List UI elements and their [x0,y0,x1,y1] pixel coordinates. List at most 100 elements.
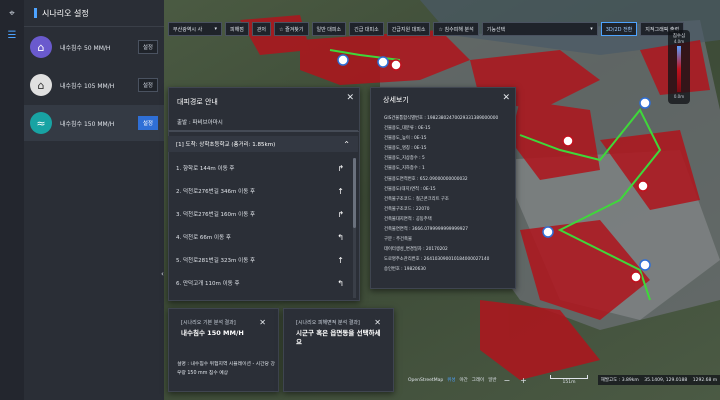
damage-area-result-panel: [시나리오 피해면적 분석 결과] ✕ 시군구 혹은 읍면동을 선택하세요 [283,308,394,392]
map-pin-icon[interactable]: ⌖ [4,6,20,22]
support-shelter-button[interactable]: 긴급지원 대피소 [386,22,431,36]
left-icon-bar: ⌖ ☰ [0,0,24,400]
basemap-night-tab[interactable]: 야간 [459,377,467,383]
scenario-panel-header: 시나리오 설정 [24,0,164,27]
scenario-label: 내수침수 50 MM/H [60,44,111,52]
route-step: 2. 덕천로276번길 346m 이동 후 ↑ [176,183,346,199]
turn-right-icon: ↱ [337,163,344,173]
general-shelter-button[interactable]: 일반 대피소 [311,22,347,36]
basic-analysis-result-panel: [시나리오 기본 분석 결과] ✕ 내수침수 150 MM/H 설명 : 내수침… [168,308,279,392]
coordinate-readout: 해발고도 : 3.89km 35.1409, 129.0188 1292.68 … [598,375,720,385]
scenario-item-105[interactable]: ⌂ 내수침수 105 MM/H 설정 [24,67,164,103]
divider [169,131,359,132]
scenario-label: 내수침수 105 MM/H [60,82,115,90]
close-icon[interactable]: ✕ [374,318,381,327]
attribute-row: 건물용도_명칭 : 0E-15 [384,146,427,152]
turn-left-icon: ↰ [337,232,344,242]
view-toggle-button[interactable]: 3D/2D 전환 [600,22,638,36]
result-description: 설명 : 내수침수 위험지역 시뮬레이션 - 시간당 강우량 150 mm 침수… [177,362,275,376]
attribute-row: 도로명주소관리번호 : 264103090010184000027140 [384,257,490,263]
zoom-out-button[interactable]: − [503,376,510,385]
attribute-row: 구분 : 주건축물 [384,237,412,243]
toolbar-button[interactable]: 피해점 [225,22,249,36]
water-wave-icon: ≈ [30,112,52,134]
title-accent-bar [34,8,37,18]
straight-arrow-icon: ↑ [337,186,344,196]
attribute-row: 건물용도면적번호 : 652.09000000000032 [384,176,468,182]
step-text: 5. 덕천로281번길 323m 이동 후 [176,258,256,264]
flood-analysis-button[interactable]: ☆ 침수피해 분석 [433,22,479,36]
list-icon[interactable]: ☰ [4,28,20,44]
basemap-normal-tab[interactable]: 일반 [488,377,496,383]
scrollbar-track[interactable] [353,158,356,298]
route-step: 6. 만덕고개 110m 이동 후 ↰ [176,275,346,291]
result-value: 시군구 혹은 읍면동을 선택하세요 [296,329,381,346]
route-step: 5. 덕천로281번길 323m 이동 후 ↑ [176,252,346,268]
emergency-shelter-button[interactable]: 긴급 대피소 [349,22,384,36]
basemap-label: OpenStreetMap [408,377,444,383]
chevron-up-icon[interactable]: ⌃ [343,140,350,149]
danger-marker [630,271,642,283]
toolbar-button[interactable]: 관저 [251,22,272,36]
route-destination: [1] 도착: 상학초등학교 (총거리: 1.85km) [176,142,276,148]
turn-right-icon: ↱ [337,209,344,219]
route-step: 3. 덕천로276번길 160m 이동 후 ↱ [176,206,346,222]
detail-panel: 상세보기 ✕ GIS건물통합식별번호 : 1982380247002933138… [370,87,516,289]
district-select[interactable]: 부산광역시 사 ▾ [168,22,222,36]
zoom-in-button[interactable]: + [520,376,527,385]
detail-panel-title: 상세보기 [383,96,409,104]
function-select[interactable]: 기능선택 ▾ [481,22,598,36]
basemap-gray-tab[interactable]: 그레이 [472,377,484,383]
scrollbar-thumb[interactable] [353,158,356,228]
straight-arrow-icon: ↑ [337,255,344,265]
step-text: 2. 덕천로276번길 346m 이동 후 [176,189,256,195]
attribute-row: 데이터생성_변경일자 : 20170202 [384,247,448,253]
basemap-switcher: OpenStreetMap 위성 야간 그레이 일반 − + [408,374,530,386]
altitude-readout: 1292.68 m [692,377,718,383]
step-text: 6. 만덕고개 110m 이동 후 [176,281,240,287]
danger-marker [390,59,402,71]
chevron-down-icon: ▾ [590,26,593,32]
attribute-row: 건축물연면적 : 3666.0799999999999927 [384,227,468,233]
shelter-marker [377,56,389,68]
attribute-row: 건축물대지면적 : 공동주택 [384,216,432,222]
result-value: 내수침수 150 MM/H [181,329,244,337]
route-steps-list: 1. 향학로 144m 이동 후 ↱ 2. 덕천로276번길 346m 이동 후 ↑… [168,155,358,298]
attribute-list: GIS건물통합식별번호 : 19823802470029331389000000… [384,114,498,276]
scenario-panel-title: 시나리오 설정 [42,8,89,18]
map-toolbar: 부산광역시 사 ▾ 피해점 관저 ☆ 즐겨찾기 일반 대피소 긴급 대피소 긴급지… [168,22,685,36]
scenario-item-50[interactable]: ⌂ 내수침수 50 MM/H 설정 [24,29,164,65]
scenario-panel: 시나리오 설정 ⌂ 내수침수 50 MM/H 설정 ⌂ 내수침수 105 MM/… [24,0,164,400]
flood-depth-legend: 침수심 4.0m 0.0m [668,30,690,104]
legend-min: 0.0m [673,94,685,99]
function-select-label: 기능선택 [486,26,506,33]
close-icon[interactable]: ✕ [346,93,354,103]
route-destination-row[interactable]: [1] 도착: 상학초등학교 (총거리: 1.85km) ⌃ [168,136,358,152]
legend-color-bar [677,46,681,92]
route-panel-title: 대피경로 안내 [177,98,218,106]
step-text: 4. 덕천로 66m 이동 후 [176,235,231,241]
route-step: 4. 덕천로 66m 이동 후 ↰ [176,229,346,245]
attribute-row: 건축물구조코드 : 22070 [384,206,430,212]
scenario-label: 내수침수 150 MM/H [60,120,115,128]
attribute-row: 건축물구조코드 : 철근콘크리트 구조 [384,196,449,202]
attribute-row: 건물용도(대지)면적 : 0E-15 [384,186,436,192]
scenario-item-150[interactable]: ≈ 내수침수 150 MM/H 설정 [24,105,164,141]
close-icon[interactable]: ✕ [259,318,266,327]
district-select-label: 부산광역시 사 [173,26,203,33]
elevation-readout: 해발고도 : 3.89km [600,378,639,383]
close-icon[interactable]: ✕ [502,93,510,103]
shelter-marker [337,54,349,66]
scenario-set-button[interactable]: 설정 [137,116,158,130]
scenario-set-button[interactable]: 설정 [137,78,158,92]
latlon-readout: 35.1409, 129.0188 [644,377,688,383]
route-origin: 출발 : 파비브아마시 [177,120,223,126]
scenario-set-button[interactable]: 설정 [137,40,158,54]
basemap-satellite-tab[interactable]: 위성 [447,377,455,383]
attribute-row: 승인번호 : 19820630 [384,267,426,273]
favorites-button[interactable]: ☆ 즐겨찾기 [274,22,309,36]
danger-marker [637,180,649,192]
attribute-row: 건물용도_대분류 : 0E-15 [384,126,431,132]
collapse-panel-icon[interactable]: ‹ [161,270,164,278]
scale-bar-label: 151m [562,380,576,385]
